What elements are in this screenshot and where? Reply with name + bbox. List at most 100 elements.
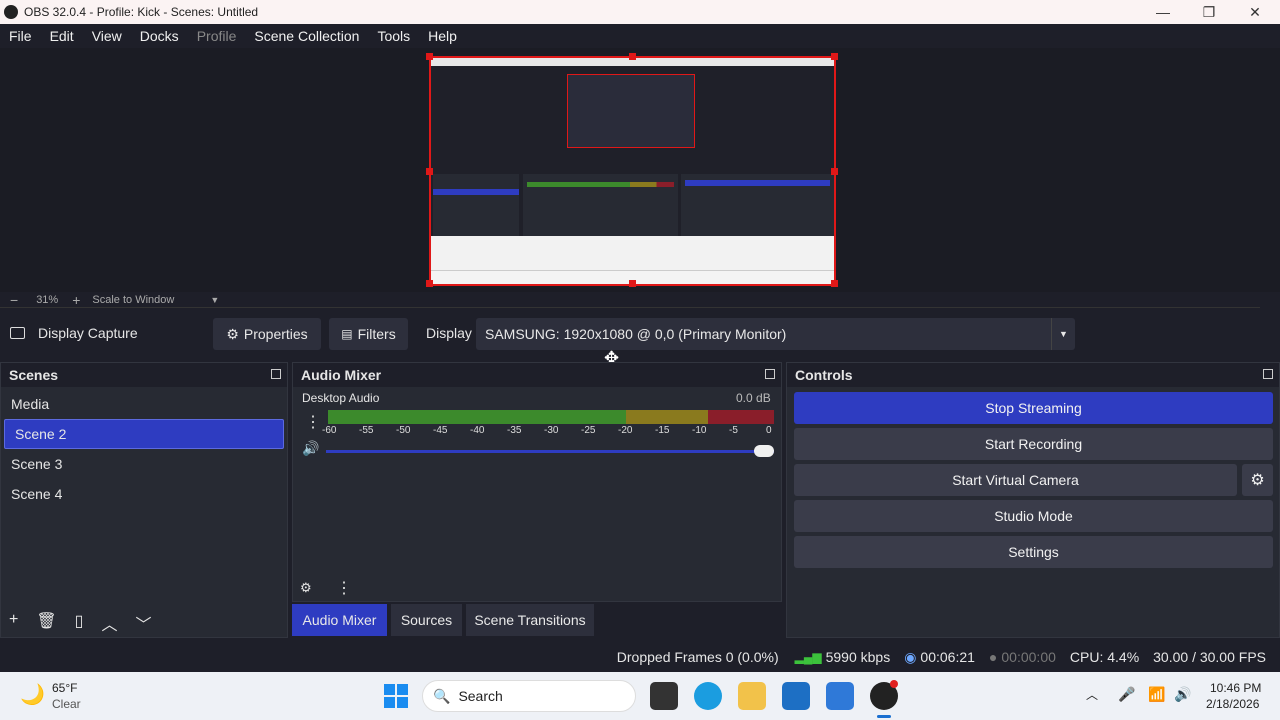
channel-menu-icon[interactable]: ⋮	[305, 412, 321, 432]
tab-scene-transitions[interactable]: Scene Transitions	[466, 604, 594, 636]
channel-name: Desktop Audio	[302, 391, 380, 405]
menu-profile[interactable]: Profile	[188, 28, 246, 44]
display-select[interactable]: SAMSUNG: 1920x1080 @ 0,0 (Primary Monito…	[476, 318, 1075, 350]
meter-tick-label: -20	[618, 425, 633, 436]
undock-icon[interactable]	[271, 369, 281, 379]
scenes-dock: Scenes Media Scene 2 Scene 3 Scene 4 + 🗑…	[0, 362, 288, 638]
virtual-camera-gear-icon[interactable]: ⚙	[1242, 464, 1273, 496]
zoom-in-button[interactable]: +	[72, 292, 80, 308]
wifi-icon[interactable]: 📶	[1148, 686, 1165, 703]
fps: 30.00 / 30.00 FPS	[1153, 649, 1266, 665]
resize-handle[interactable]	[426, 280, 433, 287]
filters-button[interactable]: ▤ Filters	[329, 318, 408, 350]
search-icon: 🔍	[433, 687, 451, 704]
add-scene-icon[interactable]: +	[9, 611, 18, 635]
move-down-icon[interactable]: ﹀	[135, 611, 151, 635]
minimize-button[interactable]: —	[1140, 0, 1186, 24]
status-bar: Dropped Frames 0 (0.0%) ▂▄▆ 5990 kbps ◉ …	[0, 644, 1280, 670]
stream-time: 00:06:21	[920, 649, 975, 665]
meter-tick-label: -25	[581, 425, 596, 436]
volume-slider-handle[interactable]	[754, 445, 774, 457]
filter-icon: ▤	[341, 327, 353, 341]
meter-tick-label: -10	[692, 425, 707, 436]
meter-tick-label: -50	[396, 425, 411, 436]
volume-icon[interactable]: 🔊	[1174, 686, 1191, 703]
scene-item-scene-3[interactable]: Scene 3	[1, 449, 287, 479]
menu-scene-collection[interactable]: Scene Collection	[245, 28, 368, 44]
undock-icon[interactable]	[1263, 369, 1273, 379]
dropped-frames: Dropped Frames 0 (0.0%)	[616, 649, 779, 665]
menu-bar: File Edit View Docks Profile Scene Colle…	[0, 24, 1280, 48]
zoom-out-button[interactable]: −	[10, 292, 18, 308]
resize-handle[interactable]	[831, 53, 838, 60]
gear-icon: ⚙	[226, 325, 239, 342]
source-toolbar: Display Capture ⚙ Properties ▤ Filters D…	[0, 316, 1280, 352]
task-view-icon[interactable]	[650, 682, 678, 710]
chevron-down-icon[interactable]: ▼	[210, 295, 219, 305]
undock-icon[interactable]	[765, 369, 775, 379]
meter-tick-label: -15	[655, 425, 670, 436]
settings-button[interactable]: Settings	[794, 536, 1273, 568]
scene-item-scene-4[interactable]: Scene 4	[1, 479, 287, 509]
resize-handle[interactable]	[629, 280, 636, 287]
start-recording-button[interactable]: Start Recording	[794, 428, 1273, 460]
properties-button[interactable]: ⚙ Properties	[213, 318, 321, 350]
resize-handle[interactable]	[831, 168, 838, 175]
resize-handle[interactable]	[629, 53, 636, 60]
tab-audio-mixer[interactable]: Audio Mixer	[292, 604, 387, 636]
start-virtual-camera-button[interactable]: Start Virtual Camera	[794, 464, 1237, 496]
studio-mode-button[interactable]: Studio Mode	[794, 500, 1273, 532]
close-button[interactable]: ✕	[1232, 0, 1278, 24]
meter-green-zone	[328, 410, 626, 424]
advanced-audio-gear-icon[interactable]: ⚙	[300, 580, 312, 596]
maximize-button[interactable]: ❐	[1186, 0, 1232, 24]
window-title: OBS 32.0.4 - Profile: Kick - Scenes: Unt…	[24, 5, 259, 19]
windows-start-icon[interactable]	[384, 684, 408, 708]
cpu-usage: CPU: 4.4%	[1069, 649, 1140, 665]
outlook-icon[interactable]	[782, 682, 810, 710]
mixer-menu-icon[interactable]: ⋮	[336, 578, 352, 598]
stop-streaming-button[interactable]: Stop Streaming	[794, 392, 1273, 424]
scale-mode-select[interactable]: Scale to Window	[92, 294, 174, 306]
bitrate: 5990 kbps	[825, 649, 891, 665]
menu-view[interactable]: View	[83, 28, 131, 44]
weather-desc[interactable]: Clear	[52, 697, 81, 711]
chevron-up-icon[interactable]: ︿	[1086, 686, 1098, 703]
menu-file[interactable]: File	[0, 28, 41, 44]
trash-icon[interactable]: 🗑	[36, 611, 56, 635]
clock-date[interactable]: 2/18/2026	[1206, 697, 1259, 711]
file-explorer-icon[interactable]	[738, 682, 766, 710]
meter-yellow-zone	[626, 410, 708, 424]
weather-temp[interactable]: 65°F	[52, 681, 77, 695]
tab-sources[interactable]: Sources	[391, 604, 462, 636]
chevron-down-icon[interactable]: ▼	[1051, 318, 1075, 350]
menu-tools[interactable]: Tools	[368, 28, 419, 44]
scene-item-scene-2[interactable]: Scene 2	[4, 419, 284, 449]
meter-tick-label: -55	[359, 425, 374, 436]
scene-item-media[interactable]: Media	[1, 389, 287, 419]
mini-obs-window	[431, 66, 834, 236]
edge-icon[interactable]	[694, 682, 722, 710]
microphone-icon[interactable]: 🎤	[1118, 686, 1135, 703]
source-name: Display Capture	[38, 325, 138, 341]
move-up-icon[interactable]: ︿	[101, 611, 117, 635]
taskbar-search[interactable]: 🔍 Search	[422, 680, 636, 712]
meter-tick-label: -5	[729, 425, 738, 436]
volume-slider-track[interactable]	[326, 450, 774, 453]
store-icon[interactable]	[826, 682, 854, 710]
resize-handle[interactable]	[831, 280, 838, 287]
resize-handle[interactable]	[426, 168, 433, 175]
resize-handle[interactable]	[426, 53, 433, 60]
speaker-icon[interactable]: 🔊	[302, 440, 319, 457]
menu-help[interactable]: Help	[419, 28, 466, 44]
active-indicator	[877, 715, 891, 718]
meter-tick-label: -45	[433, 425, 448, 436]
menu-docks[interactable]: Docks	[131, 28, 188, 44]
moon-weather-icon[interactable]: 🌙	[20, 682, 45, 707]
search-label: Search	[458, 688, 503, 704]
scene-filters-icon[interactable]: ▯	[75, 611, 84, 635]
menu-edit[interactable]: Edit	[41, 28, 83, 44]
preview-source-frame[interactable]	[426, 53, 838, 287]
clock-time[interactable]: 10:46 PM	[1210, 681, 1261, 695]
record-time: 00:00:00	[1001, 649, 1056, 665]
